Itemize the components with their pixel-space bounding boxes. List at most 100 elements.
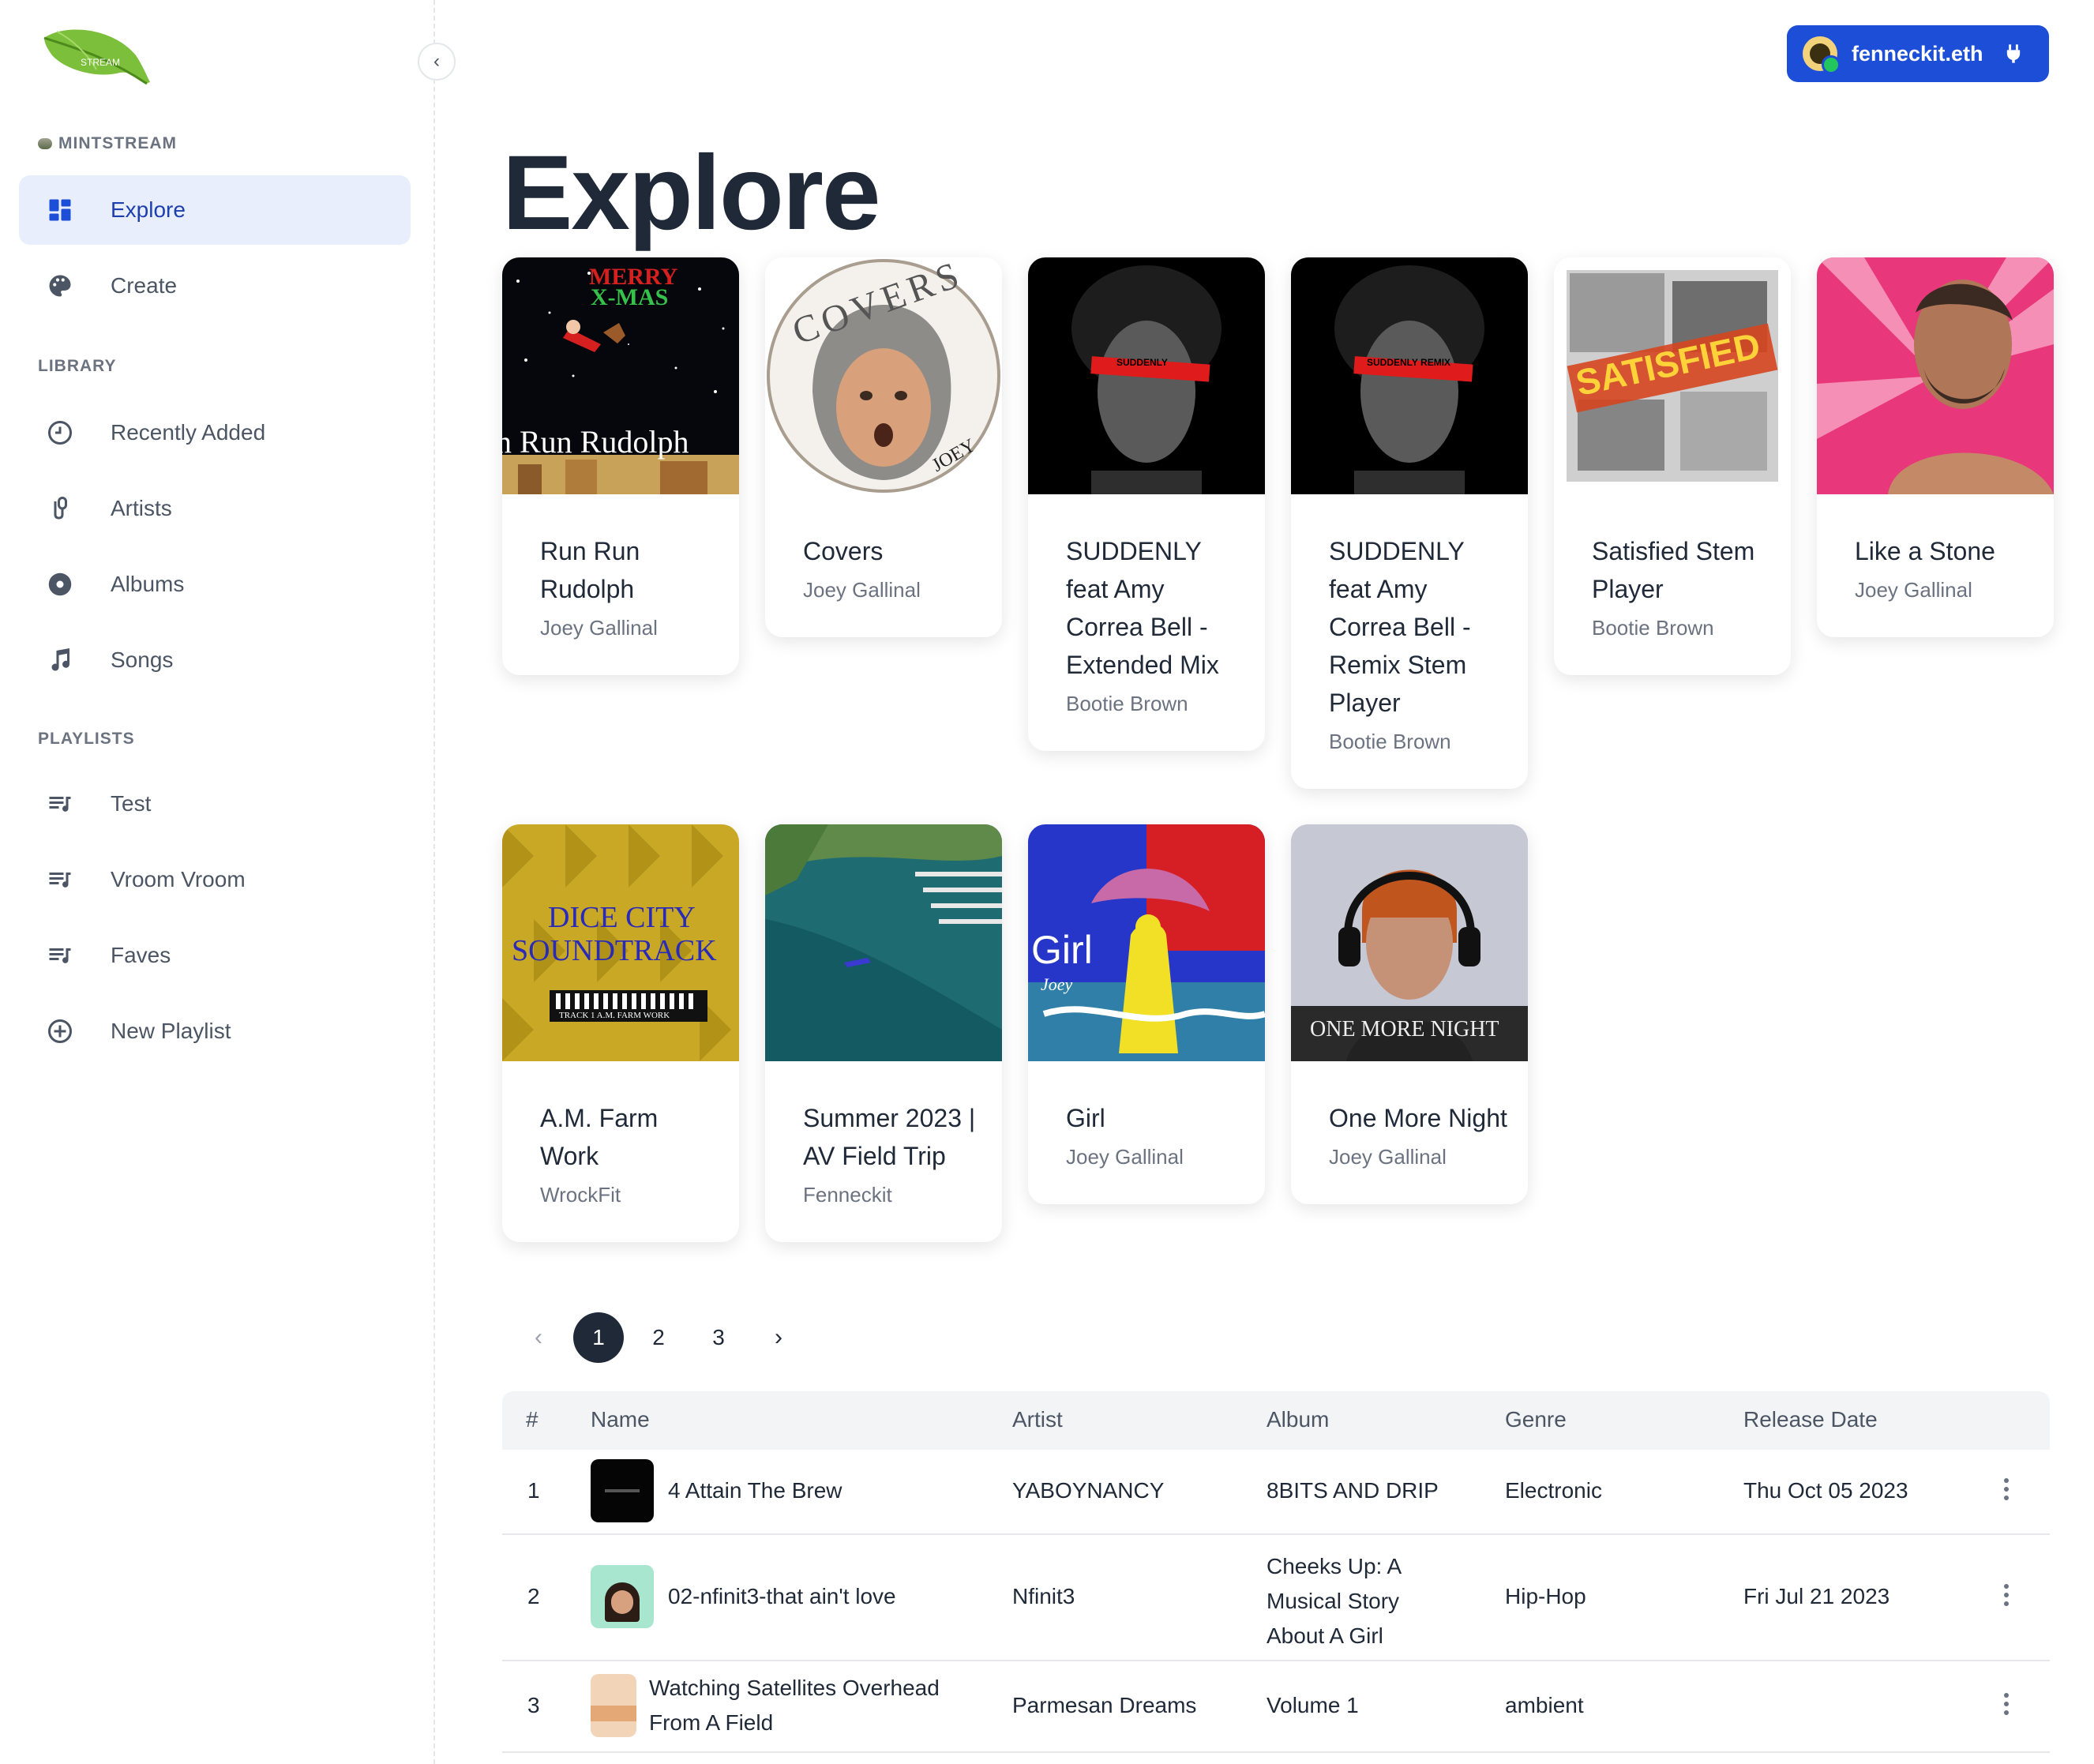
playlist-icon	[44, 788, 76, 820]
microphone-icon	[44, 493, 76, 524]
album-cover: COVERS JOEY	[765, 257, 1002, 494]
column-header-album[interactable]: Album	[1267, 1407, 1329, 1432]
album-cover: Girl Joey	[1028, 824, 1265, 1061]
sidebar-item-playlist-faves[interactable]: Faves	[19, 921, 411, 990]
card-artist[interactable]: Bootie Brown	[1066, 692, 1265, 716]
album-cover	[765, 824, 1002, 1061]
table-row[interactable]: 1 4 Attain The Brew YABOYNANCY 8BITS AND…	[502, 1450, 2050, 1535]
album-card[interactable]: DICE CITY SOUNDTRACK TRACK 1 A.M. FARM W…	[502, 824, 739, 1242]
card-artist[interactable]: Joey Gallinal	[1066, 1145, 1265, 1169]
add-circle-icon	[44, 1015, 76, 1047]
track-artist[interactable]: YABOYNANCY	[1012, 1478, 1164, 1503]
column-header-artist[interactable]: Artist	[1012, 1407, 1063, 1432]
sidebar-item-albums[interactable]: Albums	[19, 550, 411, 619]
row-number: 2	[527, 1584, 540, 1608]
playlist-icon	[44, 940, 76, 971]
collapse-sidebar-button[interactable]: ‹	[418, 43, 456, 81]
sidebar-item-playlist-test[interactable]: Test	[19, 769, 411, 839]
card-title[interactable]: One More Night	[1329, 1099, 1510, 1137]
album-cover	[1817, 257, 2054, 494]
sidebar-item-label: Artists	[111, 496, 172, 520]
cover-title-text: DICE CITY	[548, 901, 696, 934]
album-cover: SATISFIED	[1554, 257, 1791, 494]
chevron-left-icon: ‹	[433, 51, 440, 72]
card-title[interactable]: Like a Stone	[1855, 532, 2036, 570]
column-header-number[interactable]: #	[526, 1407, 539, 1432]
user-name: fenneckit.eth	[1852, 41, 1983, 66]
track-name[interactable]: Watching Satellites Overhead From A Fiel…	[649, 1671, 981, 1740]
sidebar-item-explore[interactable]: Explore	[19, 175, 411, 245]
sidebar-item-playlist-vroom-vroom[interactable]: Vroom Vroom	[19, 845, 411, 914]
card-artist[interactable]: Bootie Brown	[1592, 616, 1791, 640]
track-album[interactable]: 8BITS AND DRIP	[1267, 1478, 1439, 1503]
page-title: Explore	[502, 134, 881, 252]
sidebar: STREAM ‹ MINTSTREAM Explore Create LIBRA…	[0, 0, 456, 1764]
track-release-date: Fri Jul 21 2023	[1743, 1584, 1890, 1608]
card-artist[interactable]: Bootie Brown	[1329, 730, 1528, 754]
sidebar-item-create[interactable]: Create	[19, 251, 411, 321]
track-name[interactable]: 4 Attain The Brew	[668, 1478, 842, 1503]
track-album[interactable]: Volume 1	[1267, 1693, 1359, 1718]
sidebar-item-artists[interactable]: Artists	[19, 474, 411, 543]
card-title[interactable]: Summer 2023 | AV Field Trip	[803, 1099, 985, 1175]
sidebar-item-songs[interactable]: Songs	[19, 625, 411, 695]
music-note-icon	[44, 644, 76, 676]
table-row[interactable]: 3 Watching Satellites Overhead From A Fi…	[502, 1661, 2050, 1753]
album-card[interactable]: MERRY X-MAS n Run Rudolph Run Run Rudolp…	[502, 257, 739, 675]
previous-page-button[interactable]: ‹	[513, 1312, 564, 1363]
column-header-genre[interactable]: Genre	[1505, 1407, 1567, 1432]
track-release-date: Thu Oct 05 2023	[1743, 1478, 1908, 1503]
page-button-1[interactable]: 1	[573, 1312, 624, 1363]
sidebar-item-label: New Playlist	[111, 1019, 231, 1043]
track-name[interactable]: 02-nfinit3-that ain't love	[668, 1584, 896, 1609]
album-card[interactable]: Girl Joey Girl Joey Gallinal	[1028, 824, 1265, 1204]
playlists-section-label: PLAYLISTS	[38, 730, 135, 748]
track-album[interactable]: Cheeks Up: A Musical Story About A Girl	[1267, 1549, 1440, 1653]
page-button-2[interactable]: 2	[633, 1312, 684, 1363]
album-card[interactable]: SUDDENLY REMIX SUDDENLY feat Amy Correa …	[1291, 257, 1528, 789]
track-genre: ambient	[1505, 1693, 1584, 1717]
card-artist[interactable]: Joey Gallinal	[803, 578, 1002, 602]
row-number: 3	[527, 1693, 540, 1717]
column-header-release-date[interactable]: Release Date	[1743, 1407, 1878, 1432]
track-artist[interactable]: Parmesan Dreams	[1012, 1693, 1196, 1718]
card-title[interactable]: SUDDENLY feat Amy Correa Bell - Extended…	[1066, 532, 1248, 684]
column-header-name[interactable]: Name	[591, 1407, 650, 1432]
more-options-icon[interactable]	[2004, 1584, 2010, 1606]
card-title[interactable]: A.M. Farm Work	[540, 1099, 722, 1175]
card-title[interactable]: Girl	[1066, 1099, 1248, 1137]
card-title[interactable]: SUDDENLY feat Amy Correa Bell - Remix St…	[1329, 532, 1510, 722]
card-artist[interactable]: Fenneckit	[803, 1183, 1002, 1207]
table-row[interactable]: 2 02-nfinit3-that ain't love Nfinit3 Che…	[502, 1535, 2050, 1661]
sidebar-item-recently-added[interactable]: Recently Added	[19, 398, 411, 467]
track-artist[interactable]: Nfinit3	[1012, 1584, 1075, 1609]
card-title[interactable]: Covers	[803, 532, 985, 570]
cover-title-text: TRACK 1 A.M. FARM WORK	[559, 1011, 670, 1020]
album-card[interactable]: Like a Stone Joey Gallinal	[1817, 257, 2054, 637]
card-artist[interactable]: Joey Gallinal	[1329, 1145, 1528, 1169]
dashboard-icon	[44, 194, 76, 226]
page-button-3[interactable]: 3	[693, 1312, 744, 1363]
card-title[interactable]: Satisfied Stem Player	[1592, 532, 1773, 608]
app-logo[interactable]: STREAM	[41, 24, 152, 95]
sidebar-item-label: Vroom Vroom	[111, 867, 246, 891]
card-artist[interactable]: Joey Gallinal	[540, 616, 739, 640]
card-artist[interactable]: Joey Gallinal	[1855, 578, 2054, 602]
album-card[interactable]: ONE MORE NIGHT One More Night Joey Galli…	[1291, 824, 1528, 1204]
wallet-user-button[interactable]: fenneckit.eth	[1787, 25, 2049, 82]
songs-table: # Name Artist Album Genre Release Date 1…	[502, 1391, 2050, 1753]
sidebar-item-new-playlist[interactable]: New Playlist	[19, 996, 411, 1066]
album-card[interactable]: Summer 2023 | AV Field Trip Fenneckit	[765, 824, 1002, 1242]
next-page-button[interactable]: ›	[753, 1312, 804, 1363]
album-cover: SUDDENLY	[1028, 257, 1265, 494]
more-options-icon[interactable]	[2004, 1478, 2010, 1500]
album-card[interactable]: COVERS JOEY Covers Joey Gallinal	[765, 257, 1002, 637]
palette-icon	[44, 270, 76, 302]
card-title[interactable]: Run Run Rudolph	[540, 532, 722, 608]
more-options-icon[interactable]	[2004, 1693, 2010, 1715]
card-artist[interactable]: WrockFit	[540, 1183, 739, 1207]
plug-icon	[2006, 44, 2020, 63]
cover-title-text: SUDDENLY REMIX	[1367, 357, 1451, 368]
album-card[interactable]: SATISFIED Satisfied Stem Player Bootie B…	[1554, 257, 1791, 675]
album-card[interactable]: SUDDENLY SUDDENLY feat Amy Correa Bell -…	[1028, 257, 1265, 751]
